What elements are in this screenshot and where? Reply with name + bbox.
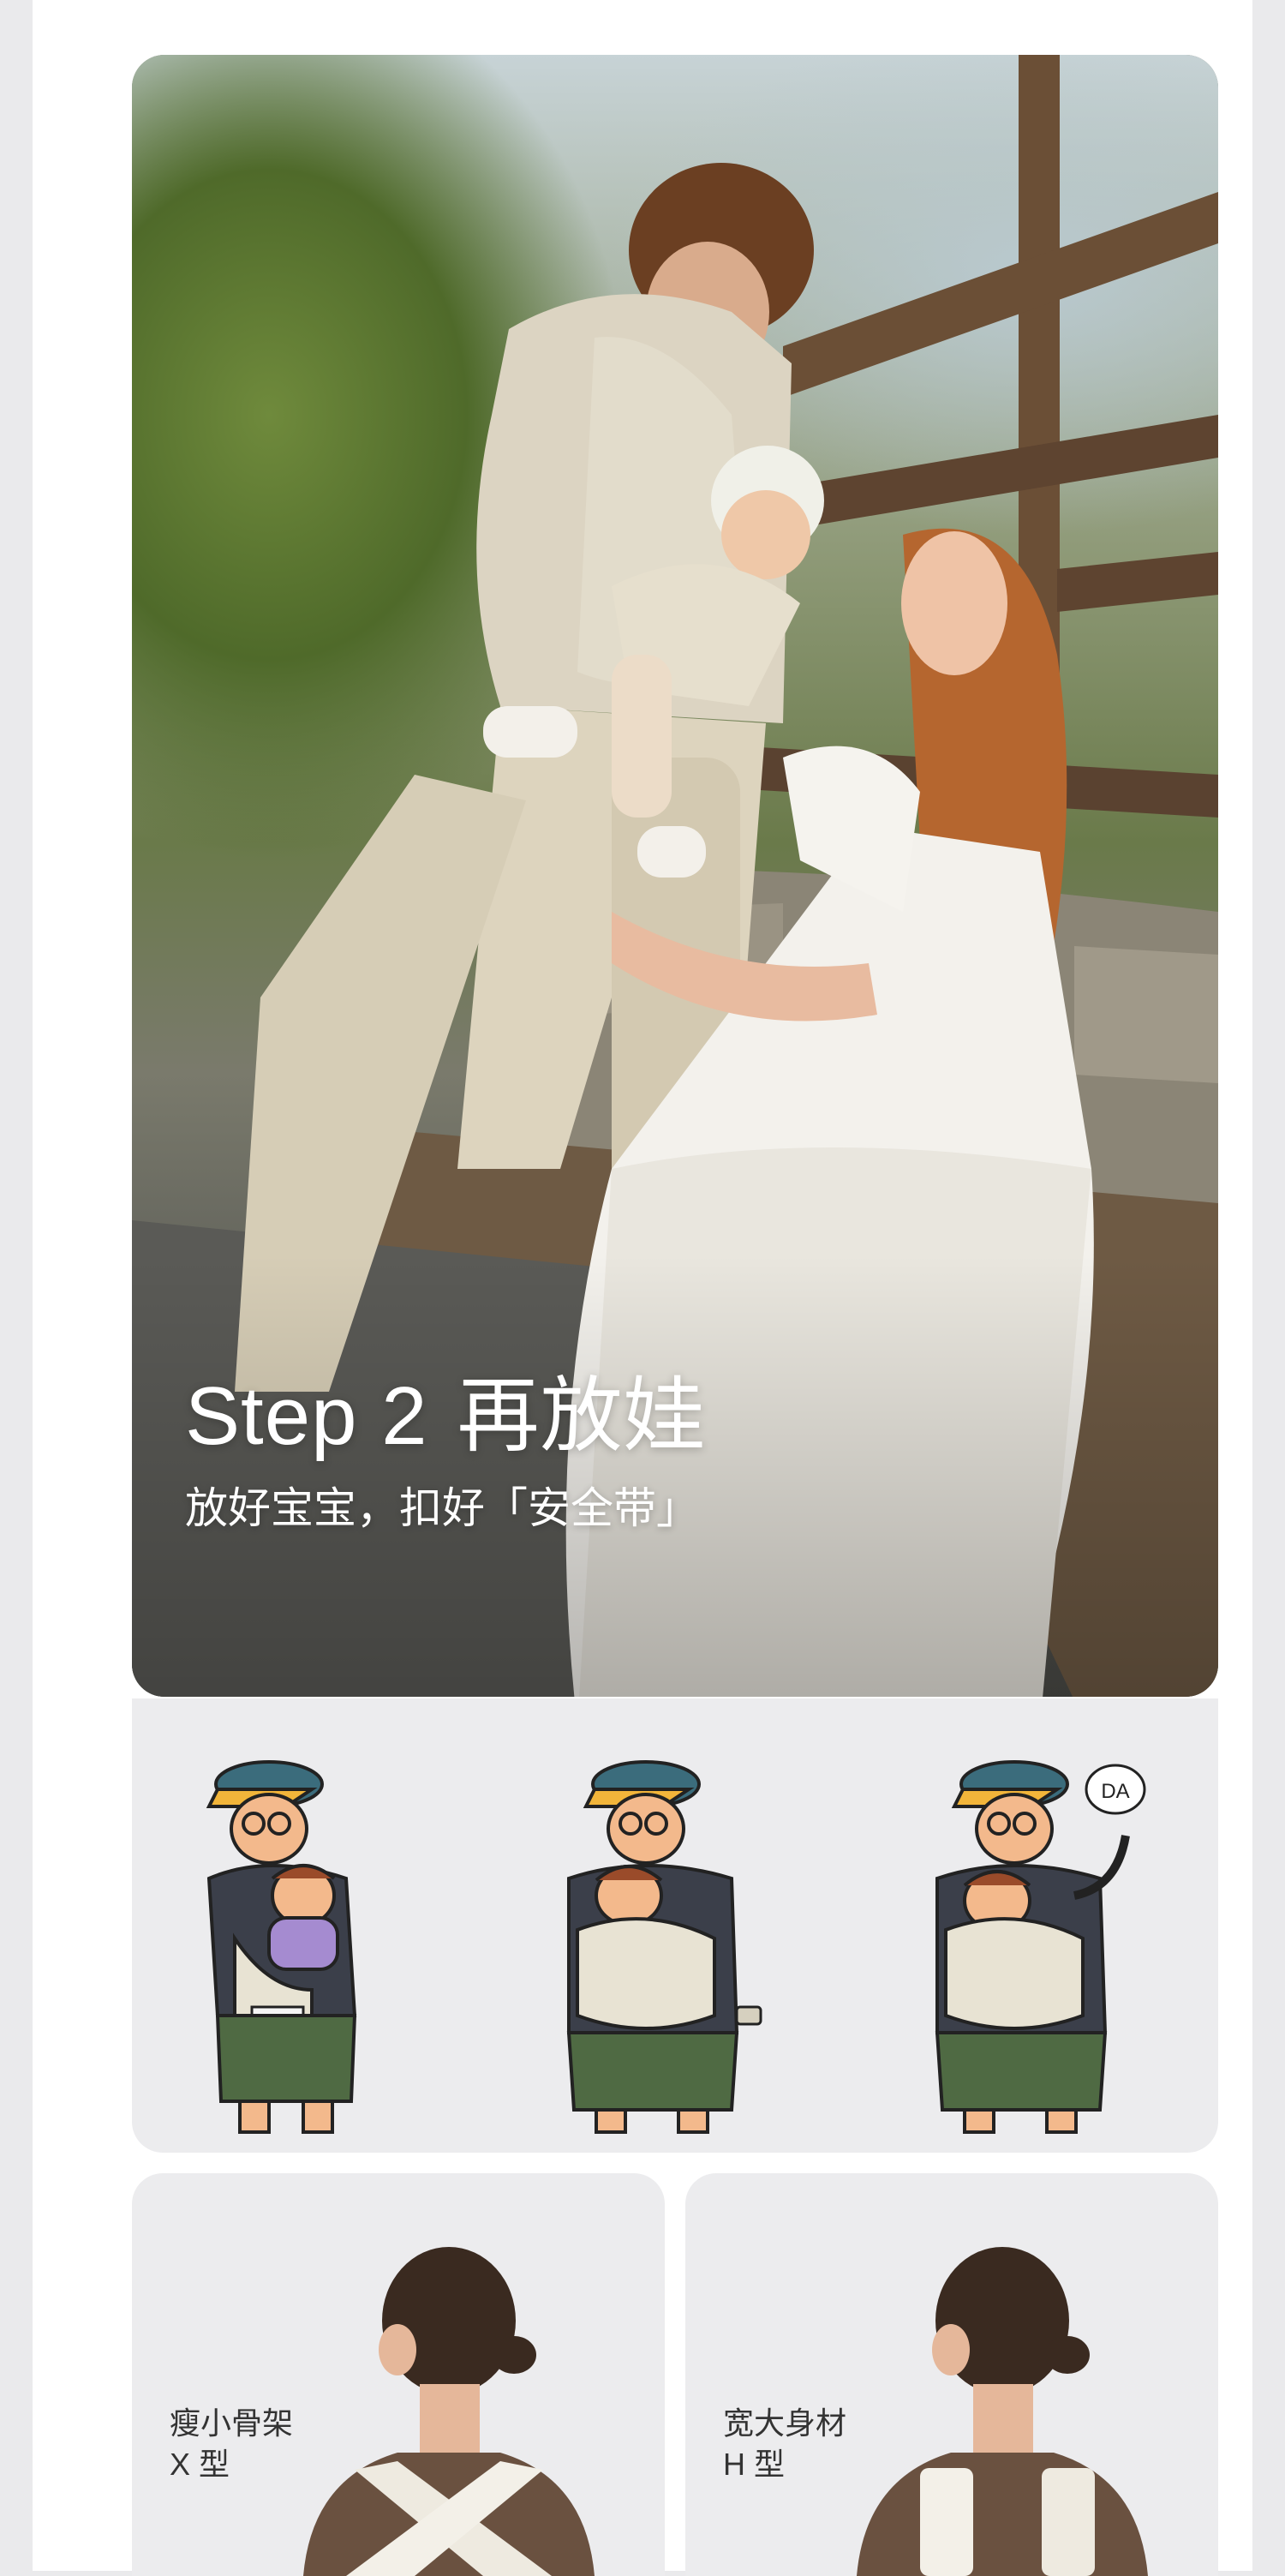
step-subtitle: 放好宝宝，扣好「安全带」 — [185, 1484, 699, 1532]
body-type-shape: X 型 — [170, 2447, 230, 2482]
body-type-name: 瘦小骨架 — [170, 2405, 294, 2441]
hero-photo-card: Step 2 再放娃 放好宝宝，扣好「安全带」 — [132, 55, 1218, 1697]
woman-back-h-straps-illustration — [857, 2247, 1148, 2576]
woman-back-x-straps-illustration — [303, 2247, 595, 2576]
body-type-card-x: 瘦小骨架 X 型 — [132, 2173, 665, 2576]
step-title: Step 2 再放娃 — [185, 1349, 707, 1468]
step-heading: 再放娃 — [457, 1370, 707, 1462]
body-type-name: 宽大身材 — [723, 2405, 847, 2441]
body-type-label: 宽大身材 H 型 — [723, 2403, 846, 2485]
page: Step 2 再放娃 放好宝宝，扣好「安全带」 DA 瘦小骨架 X 型 宽大身材… — [33, 0, 1252, 2576]
parent-with-baby-illustration — [206, 1760, 357, 2134]
buckle-illustration — [566, 1760, 762, 2134]
speech-bubble-text: DA — [1101, 1780, 1129, 1803]
step-label: Step 2 — [185, 1370, 428, 1462]
body-type-shape: H 型 — [723, 2447, 786, 2482]
carrier-steps-illustration-card: DA — [132, 1698, 1218, 2153]
talking-to-baby-illustration: DA — [935, 1760, 1146, 2134]
body-type-card-h: 宽大身材 H 型 — [685, 2173, 1218, 2576]
body-type-label: 瘦小骨架 X 型 — [170, 2403, 293, 2485]
